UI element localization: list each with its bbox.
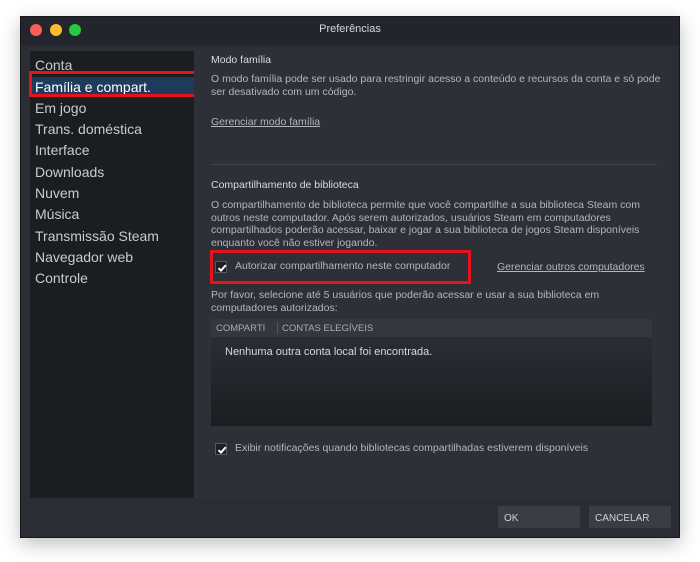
sidebar-item-controle[interactable]: Controle	[35, 270, 88, 286]
sidebar: Conta Família e compart. Em jogo Trans. …	[30, 48, 200, 498]
column-header-eligible-accounts[interactable]: CONTAS ELEGÍVEIS	[282, 323, 373, 334]
sidebar-item-em-jogo[interactable]: Em jogo	[35, 100, 86, 116]
family-mode-title: Modo família	[211, 54, 272, 66]
library-sharing-description: O compartilhamento de biblioteca permite…	[211, 199, 640, 249]
table-body: Nenhuma outra conta local foi encontrada…	[211, 337, 652, 426]
sidebar-item-nuvem[interactable]: Nuvem	[35, 185, 79, 201]
sidebar-item-transmissao-steam[interactable]: Transmissão Steam	[35, 228, 159, 244]
column-header-share[interactable]: COMPARTI	[216, 323, 265, 334]
sidebar-item-conta[interactable]: Conta	[35, 57, 72, 73]
sidebar-item-navegador-web[interactable]: Navegador web	[35, 249, 133, 265]
sidebar-item-musica[interactable]: Música	[35, 206, 79, 222]
authorize-sharing-label[interactable]: Autorizar compartilhamento neste computa…	[235, 260, 450, 272]
select-users-text: Por favor, selecione até 5 usuários que …	[211, 289, 600, 314]
content-panel: Modo família O modo família pode ser usa…	[194, 48, 671, 498]
ok-button[interactable]: OK	[498, 506, 580, 528]
sidebar-item-familia[interactable]: Família e compart.	[32, 77, 200, 97]
eligible-accounts-table: COMPARTI CONTAS ELEGÍVEIS Nenhuma outra …	[211, 319, 652, 426]
sidebar-item-interface[interactable]: Interface	[35, 142, 89, 158]
notify-shared-libraries-checkbox[interactable]	[215, 443, 227, 455]
window-title: Preferências	[319, 23, 381, 35]
sidebar-item-downloads[interactable]: Downloads	[35, 164, 104, 180]
checkmark-icon	[217, 446, 227, 455]
title-bar[interactable]: Preferências	[21, 17, 679, 45]
manage-family-mode-link[interactable]: Gerenciar modo família	[211, 116, 320, 128]
table-header: COMPARTI CONTAS ELEGÍVEIS	[211, 319, 652, 337]
notify-shared-libraries-label[interactable]: Exibir notificações quando bibliotecas c…	[235, 442, 588, 454]
authorize-sharing-checkbox[interactable]	[215, 261, 227, 273]
cancel-button[interactable]: CANCELAR	[589, 506, 671, 528]
checkmark-icon	[217, 264, 227, 273]
sidebar-item-trans-domestica[interactable]: Trans. doméstica	[35, 121, 142, 137]
column-separator[interactable]	[277, 322, 278, 334]
manage-other-computers-link[interactable]: Gerenciar outros computadores	[497, 261, 645, 273]
preferences-window: Preferências Conta Família e compart. Em…	[20, 16, 680, 538]
section-divider	[211, 164, 657, 165]
library-sharing-title: Compartilhamento de biblioteca	[211, 179, 359, 191]
empty-table-message: Nenhuma outra conta local foi encontrada…	[225, 346, 433, 358]
family-mode-description: O modo família pode ser usado para restr…	[211, 73, 661, 98]
